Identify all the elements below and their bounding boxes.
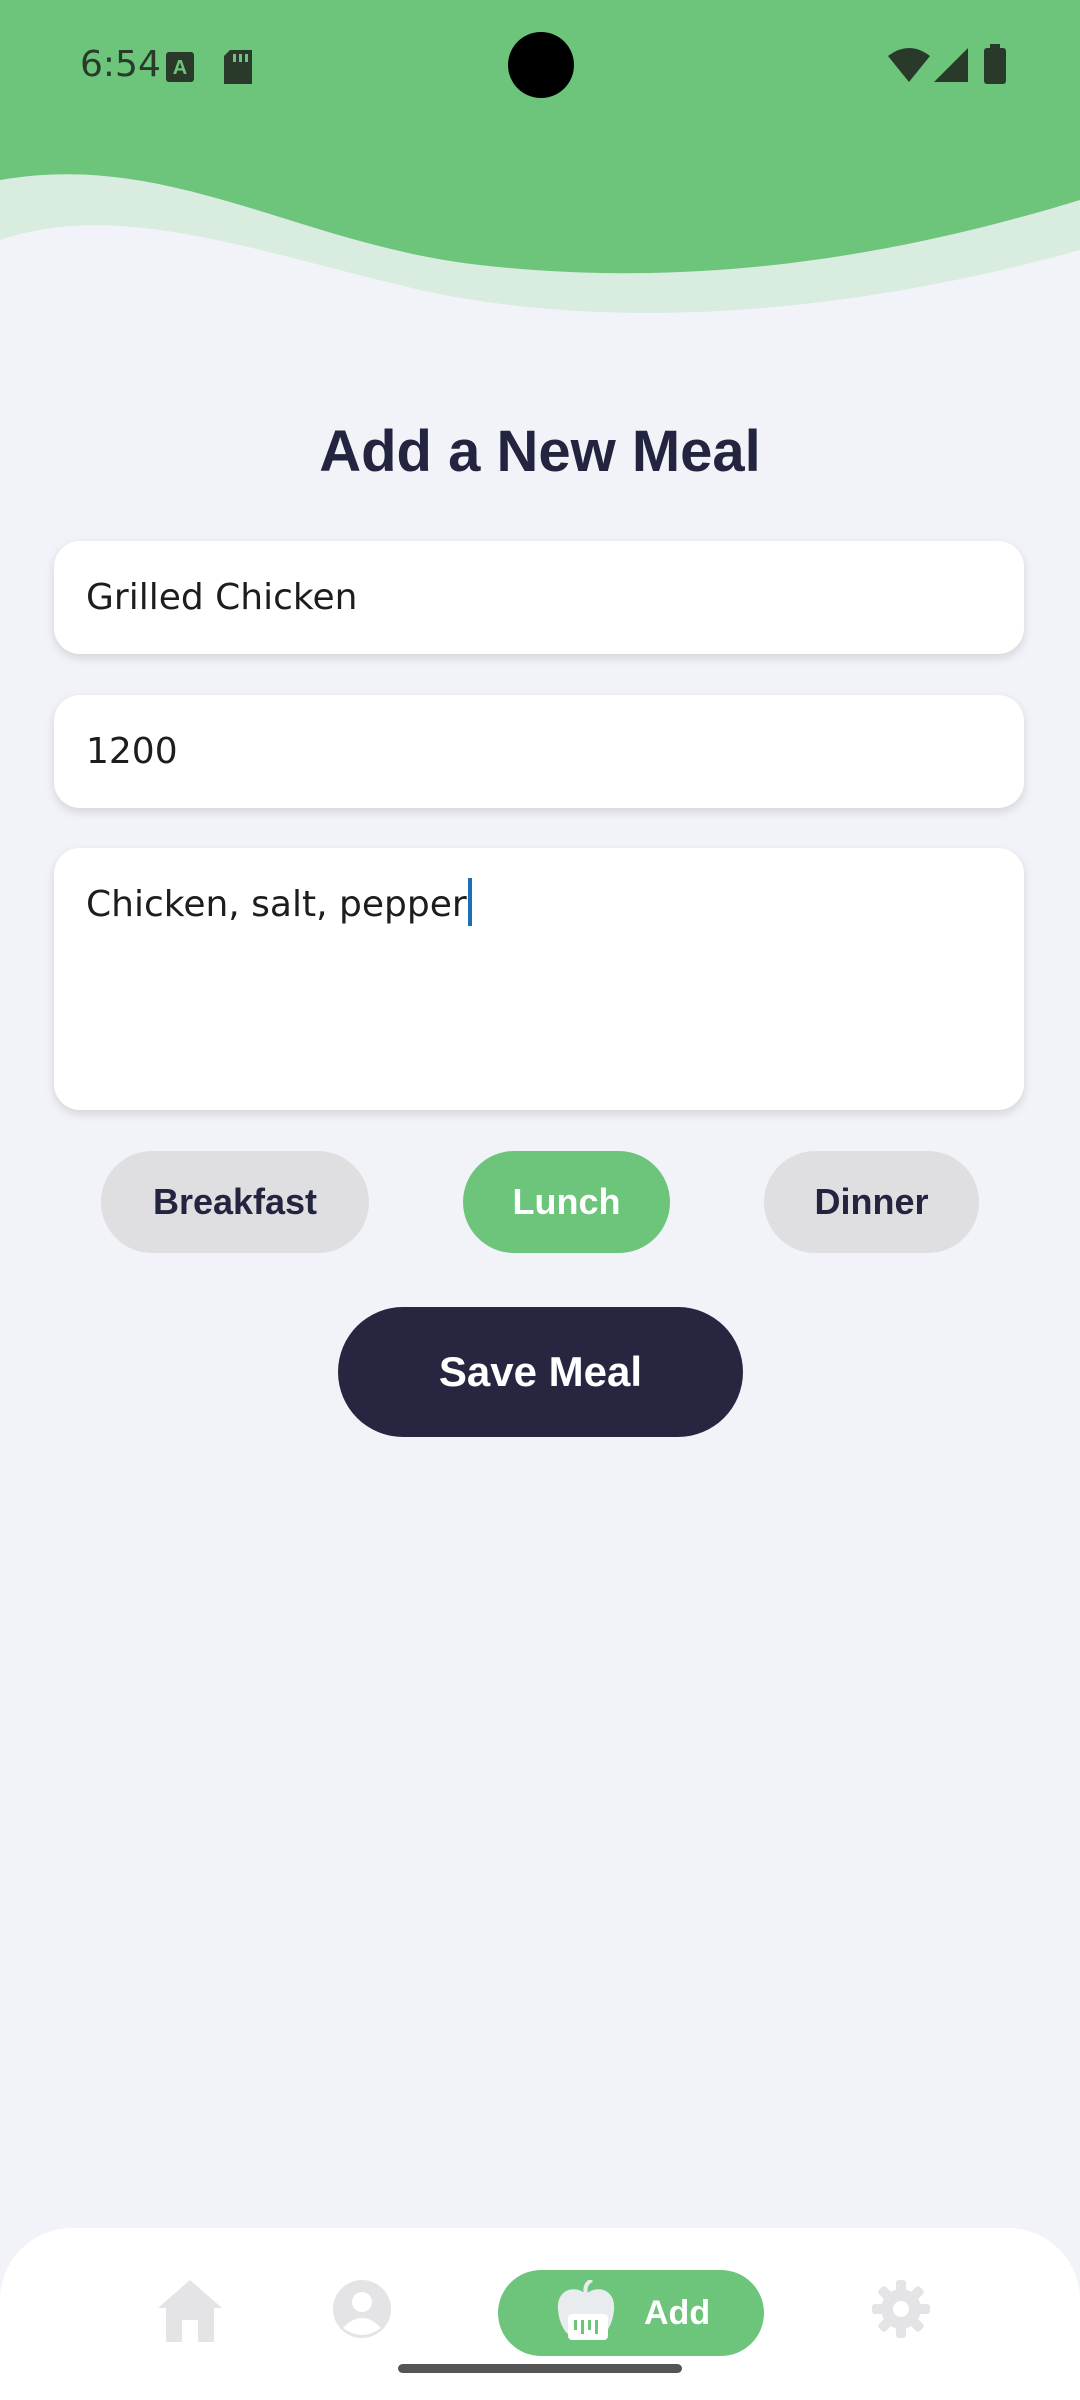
save-meal-button[interactable]: Save Meal <box>338 1307 743 1437</box>
calories-value: 1200 <box>86 731 178 772</box>
keyboard-a-icon: A <box>166 52 194 82</box>
calories-input[interactable]: 1200 <box>54 695 1024 808</box>
meal-name-input[interactable]: Grilled Chicken <box>54 541 1024 654</box>
sd-card-icon <box>224 50 252 84</box>
home-icon[interactable] <box>158 2280 222 2342</box>
meal-type-breakfast[interactable]: Breakfast <box>101 1151 369 1253</box>
status-time: 6:54 <box>80 44 161 85</box>
ingredients-textarea[interactable]: Chicken, salt, pepper <box>54 848 1024 1110</box>
camera-cutout <box>508 32 574 98</box>
ingredients-value: Chicken, salt, pepper <box>86 884 467 925</box>
apple-scale-icon <box>557 2280 615 2340</box>
page-title: Add a New Meal <box>319 419 761 484</box>
meal-name-value: Grilled Chicken <box>86 577 358 618</box>
status-bar: 6:54 A <box>0 0 1080 130</box>
home-indicator[interactable] <box>398 2364 682 2373</box>
bottom-nav: Add <box>0 2228 1080 2400</box>
text-cursor <box>467 878 472 926</box>
meal-type-dinner[interactable]: Dinner <box>764 1151 979 1253</box>
signal-icon <box>934 48 968 82</box>
nav-add-button[interactable]: Add <box>498 2270 764 2356</box>
profile-icon[interactable] <box>333 2280 391 2338</box>
wifi-icon <box>888 48 930 82</box>
gear-icon[interactable] <box>872 2280 930 2338</box>
meal-type-lunch[interactable]: Lunch <box>463 1151 670 1253</box>
battery-icon <box>984 44 1006 84</box>
nav-add-label: Add <box>644 2294 711 2332</box>
svg-text:A: A <box>173 57 187 79</box>
